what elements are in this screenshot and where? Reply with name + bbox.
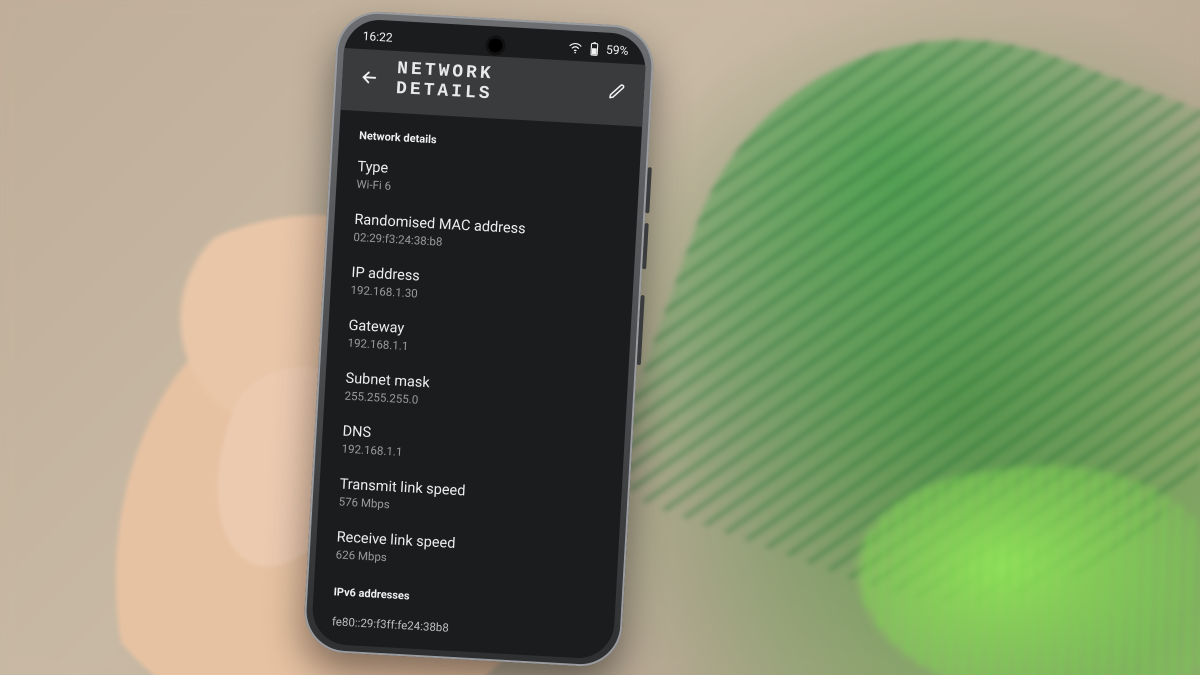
arrow-left-icon	[359, 67, 380, 88]
status-time: 16:22	[362, 29, 393, 45]
screen: 16:22 59%	[311, 18, 647, 660]
battery-percent: 59%	[606, 43, 629, 58]
back-button[interactable]	[356, 63, 384, 92]
content[interactable]: Network details Type Wi-Fi 6 Randomised …	[311, 110, 642, 652]
status-right: 59%	[568, 41, 629, 58]
page-title: NETWORK DETAILS	[395, 59, 591, 110]
battery-icon	[588, 42, 601, 57]
pencil-icon	[607, 82, 626, 101]
phone: 16:22 59%	[302, 10, 655, 669]
photo-background: 16:22 59%	[0, 0, 1200, 675]
edit-button[interactable]	[603, 77, 631, 106]
wifi-icon	[568, 42, 583, 55]
